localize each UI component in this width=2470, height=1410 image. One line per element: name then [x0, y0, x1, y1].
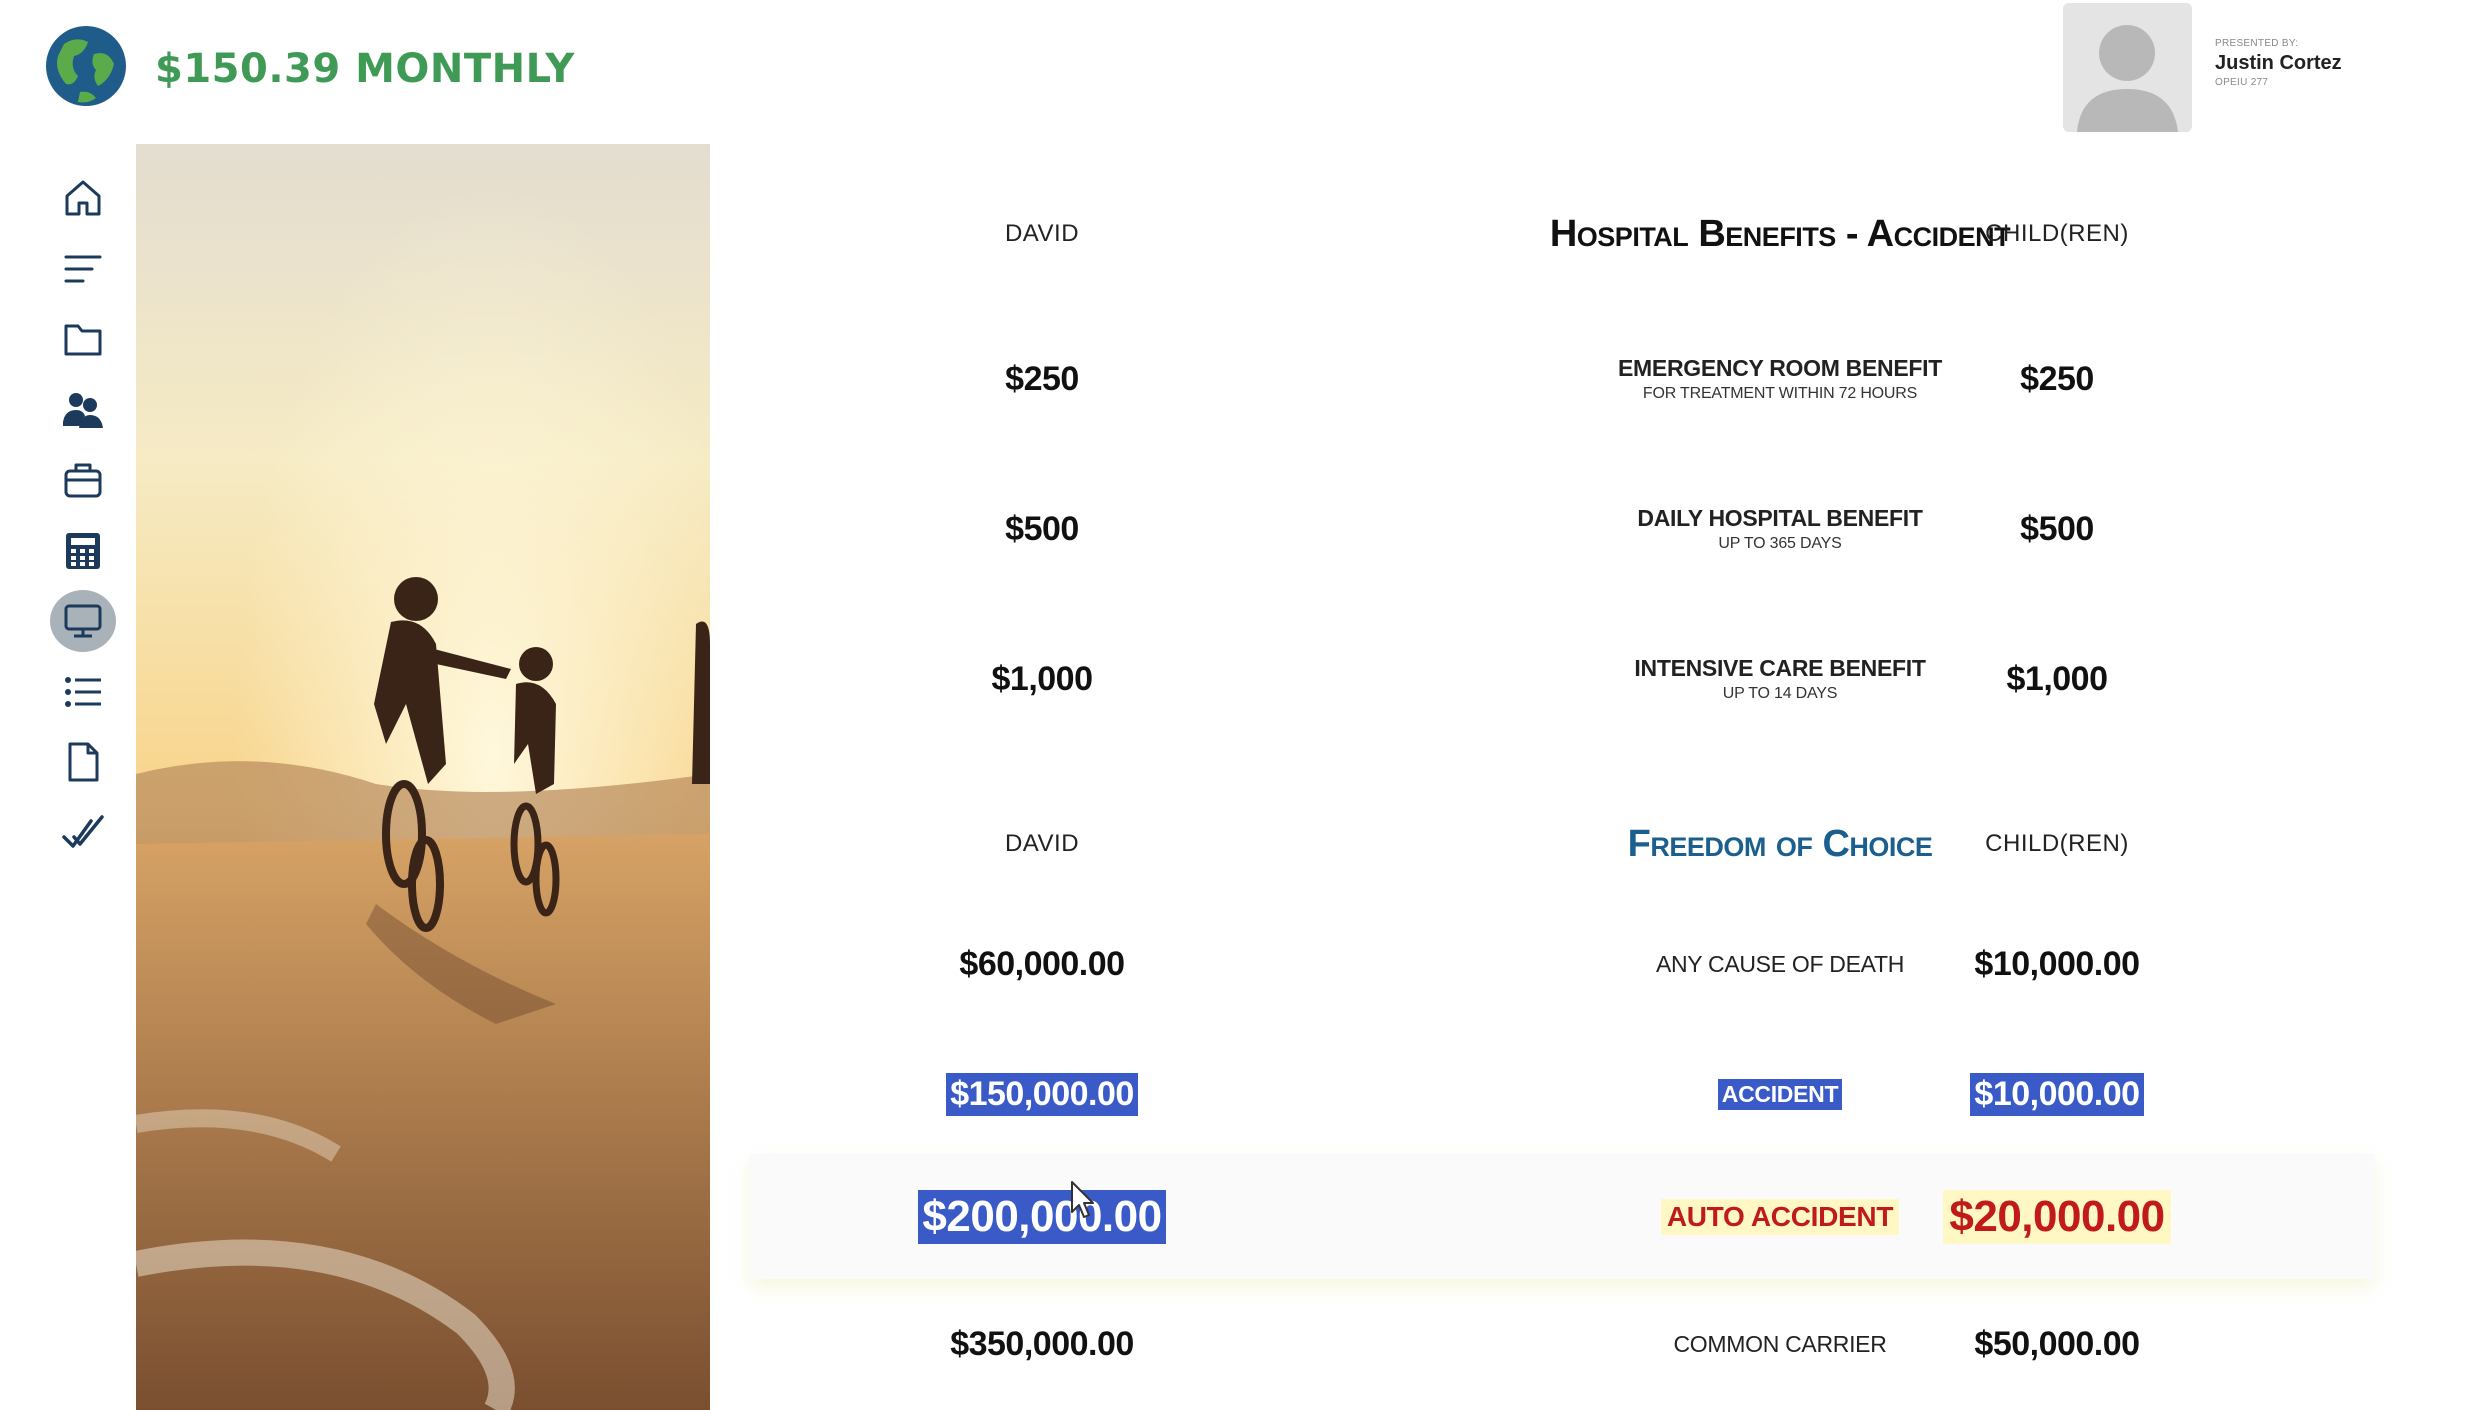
benefits-table: DAVID Hospital Benefits - Accident CHILD…: [710, 144, 2470, 1410]
globe-logo: [44, 24, 128, 108]
insured-amount: $250: [1005, 359, 1079, 398]
section1-header: DAVID Hospital Benefits - Accident CHILD…: [710, 184, 2470, 284]
children-amount: $250: [2020, 359, 2094, 398]
insured-amount: $500: [1005, 509, 1079, 548]
nav-list[interactable]: [50, 661, 116, 723]
benefit-sublabel: UP TO 14 DAYS: [1722, 685, 1838, 702]
nav-document[interactable]: [50, 731, 116, 793]
benefit-label: ACCIDENT: [1717, 1078, 1843, 1110]
nav-calculator[interactable]: [50, 520, 116, 582]
benefit-sublabel: UP TO 365 DAYS: [1718, 535, 1842, 552]
children-amount: $50,000.00: [1974, 1324, 2140, 1363]
insured-amount: $150,000.00: [946, 1072, 1138, 1116]
presenter-id: OPEIU 277: [2215, 77, 2269, 88]
table-row: $150,000.00 ACCIDENT $10,000.00: [710, 1039, 2470, 1149]
insured-name-header: DAVID: [1004, 220, 1080, 247]
presenter-name: Justin Cortez: [2215, 52, 2342, 74]
insured-name-header: DAVID: [1004, 830, 1080, 857]
nav-presentation[interactable]: [50, 590, 116, 652]
calculator-icon: [66, 533, 100, 569]
double-check-icon: [62, 815, 104, 848]
home-icon: [65, 180, 101, 216]
presenter-info: PRESENTED BY: Justin Cortez OPEIU 277: [2215, 38, 2342, 88]
list-icon: [65, 677, 101, 707]
folder-icon: [64, 324, 102, 356]
briefcase-icon: [64, 463, 102, 498]
nav-checklist[interactable]: [50, 802, 116, 864]
children-amount: $20,000.00: [1943, 1189, 2171, 1244]
menu-lines-icon: [64, 255, 102, 283]
people-icon: [63, 393, 103, 428]
children-amount: $1,000: [2006, 659, 2109, 698]
children-amount: $10,000.00: [1974, 944, 2140, 983]
presenter-avatar: [2063, 3, 2192, 132]
children-header: CHILD(REN): [1985, 830, 2129, 857]
monthly-premium: $150.39 MONTHLY: [155, 46, 575, 92]
table-row: $500 DAILY HOSPITAL BENEFIT UP TO 365 DAY…: [710, 469, 2470, 589]
table-row-focused: $200,000.00 AUTO ACCIDENT $20,000.00: [710, 1154, 2470, 1279]
nav-people[interactable]: [50, 379, 116, 441]
hero-image-cyclists: [136, 144, 710, 1410]
insured-amount: $200,000.00: [918, 1189, 1166, 1244]
nav-home[interactable]: [50, 167, 116, 229]
children-amount: $10,000.00: [1970, 1072, 2144, 1116]
children-header: CHILD(REN): [1985, 220, 2129, 247]
insured-amount: $350,000.00: [950, 1324, 1134, 1363]
table-row: $350,000.00 COMMON CARRIER $50,000.00: [710, 1289, 2470, 1399]
nav-menu[interactable]: [50, 238, 116, 300]
table-row: $250 EMERGENCY ROOM BENEFIT FOR TREATMENT…: [710, 319, 2470, 439]
presenter-caption: PRESENTED BY:: [2215, 38, 2299, 49]
nav-folder[interactable]: [50, 308, 116, 370]
children-amount: $500: [2020, 509, 2094, 548]
section2-header: DAVID Freedom of Choice CHILD(REN): [710, 794, 2470, 894]
monitor-icon: [64, 604, 102, 638]
table-row: $1,000 INTENSIVE CARE BENEFIT UP TO 14 DA…: [710, 619, 2470, 739]
nav-briefcase[interactable]: [50, 449, 116, 511]
mouse-cursor-icon: [1070, 1180, 1096, 1220]
table-row: $60,000.00 ANY CAUSE OF DEATH $10,000.00: [710, 909, 2470, 1019]
insured-amount: $1,000: [991, 659, 1094, 698]
insured-amount: $60,000.00: [959, 944, 1125, 983]
document-icon: [68, 742, 99, 782]
